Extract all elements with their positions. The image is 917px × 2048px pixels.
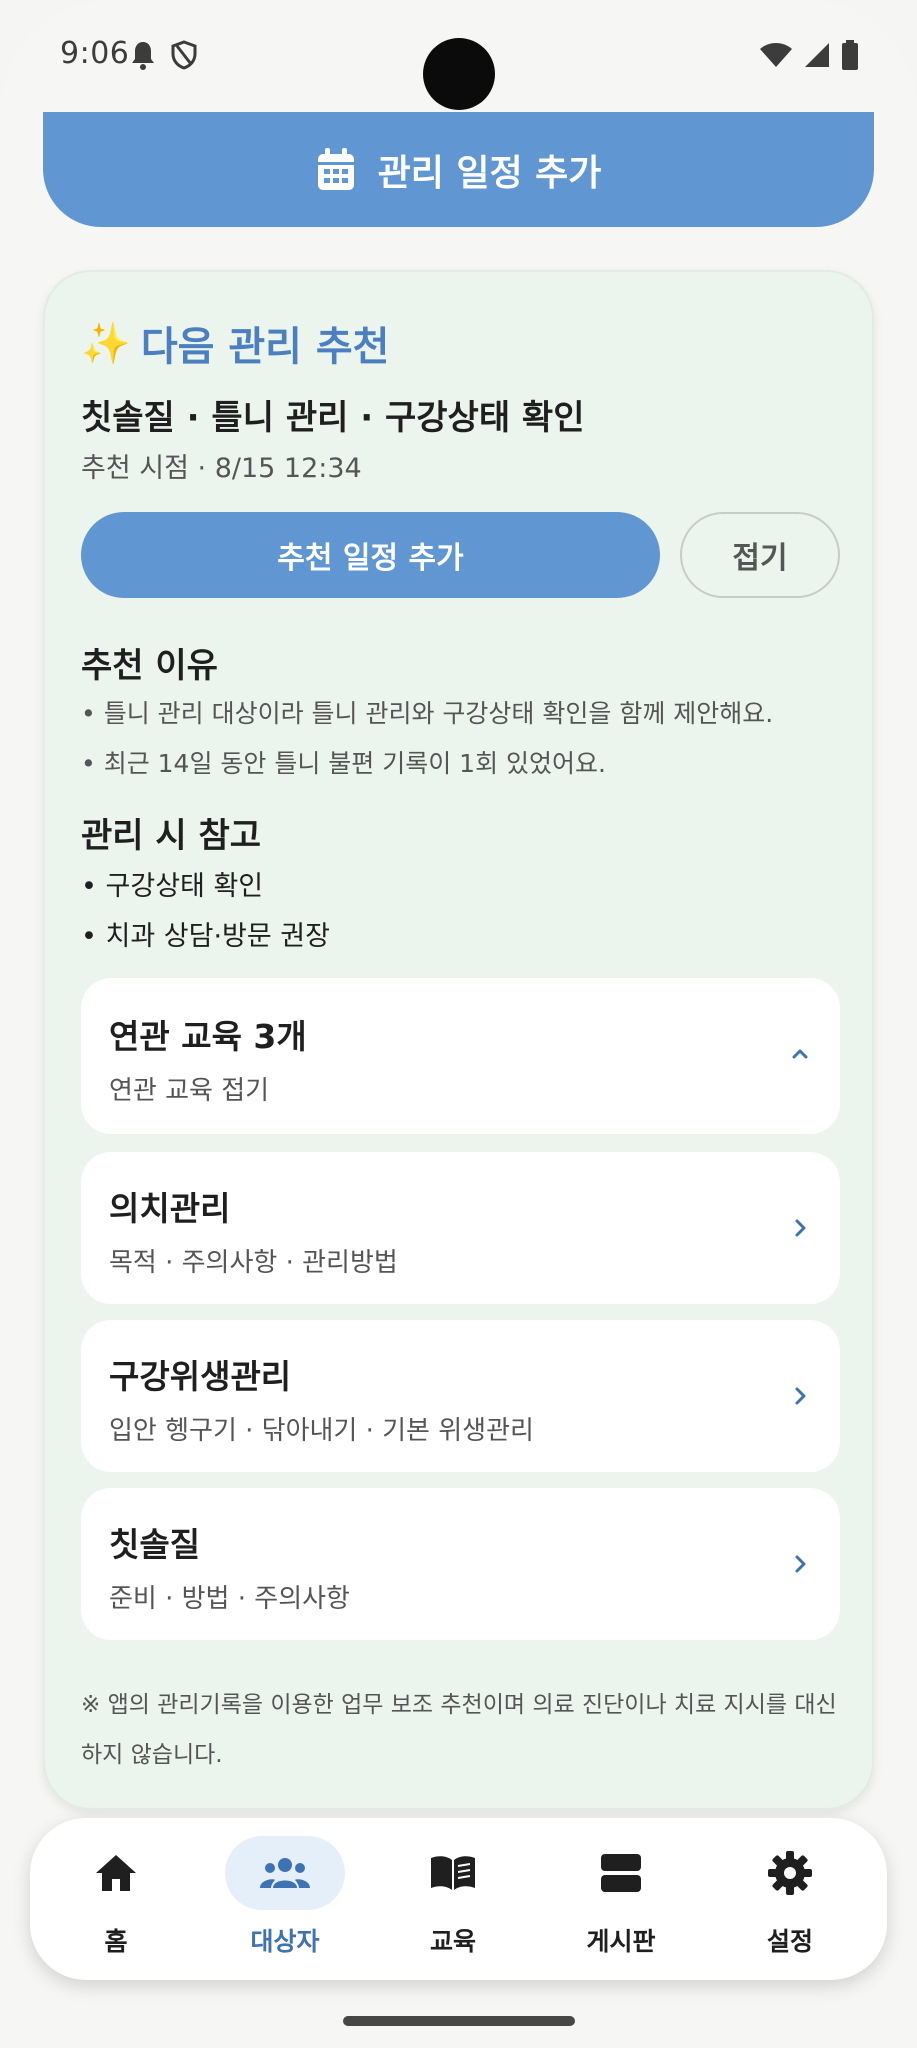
chevron-right-icon bbox=[795, 1555, 806, 1573]
disclaimer-text: ※ 앱의 관리기록을 이용한 업무 보조 추천이며 의료 진단이나 치료 지시를… bbox=[81, 1692, 837, 1768]
people-icon bbox=[260, 1858, 310, 1888]
add-recommended-schedule-button[interactable]: 추천 일정 추가 bbox=[81, 512, 660, 598]
nav-label: 교육 bbox=[429, 1927, 476, 1956]
reason-title: 추천 이유 bbox=[81, 646, 218, 686]
recommendation-heading: ✨ 다음 관리 추천 bbox=[81, 314, 389, 372]
bottom-navigation: 홈 대상자 교육 게시판 설정 bbox=[30, 1818, 887, 1980]
add-schedule-label: 관리 일정 추가 bbox=[377, 152, 602, 194]
nav-icon-wrap bbox=[56, 1836, 176, 1910]
bell-icon bbox=[132, 42, 154, 70]
nav-label: 게시판 bbox=[586, 1927, 656, 1956]
notes-title: 관리 시 참고 bbox=[81, 816, 262, 856]
related-education-toggle[interactable]: 연관 교육 3개 연관 교육 접기 bbox=[81, 978, 840, 1134]
related-education-title: 연관 교육 3개 bbox=[109, 1017, 307, 1056]
status-right-icons bbox=[759, 40, 859, 70]
education-item-title: 의치관리 bbox=[109, 1189, 231, 1228]
nav-icon-wrap bbox=[225, 1836, 345, 1910]
education-item-subtitle: 목적 · 주의사항 · 관리방법 bbox=[109, 1248, 398, 1278]
wifi-icon bbox=[760, 43, 792, 67]
education-item-toothbrushing[interactable]: 칫솔질 준비 · 방법 · 주의사항 bbox=[81, 1488, 840, 1640]
education-item-oral-hygiene[interactable]: 구강위생관리 입안 헹구기 · 닦아내기 · 기본 위생관리 bbox=[81, 1320, 840, 1472]
related-education-subtitle: 연관 교육 접기 bbox=[109, 1076, 270, 1106]
recommendation-heading-text: 다음 관리 추천 bbox=[140, 324, 390, 370]
nav-item-settings[interactable]: 설정 bbox=[715, 1818, 865, 1980]
recommendation-title: 칫솔질 · 틀니 관리 · 구강상태 확인 bbox=[81, 398, 585, 438]
education-item-denture[interactable]: 의치관리 목적 · 주의사항 · 관리방법 bbox=[81, 1152, 840, 1304]
nav-label: 설정 bbox=[766, 1927, 813, 1956]
education-item-title: 구강위생관리 bbox=[109, 1357, 292, 1396]
battery-icon bbox=[842, 40, 858, 70]
nav-item-home[interactable]: 홈 bbox=[41, 1818, 191, 1980]
nav-icon-wrap bbox=[730, 1836, 850, 1910]
recommendation-card: ✨ 다음 관리 추천 칫솔질 · 틀니 관리 · 구강상태 확인 추천 시점 ·… bbox=[43, 270, 874, 1810]
reason-item: • 최근 14일 동안 틀니 불편 기록이 1회 있었어요. bbox=[81, 749, 606, 778]
nav-label: 홈 bbox=[104, 1927, 128, 1956]
shield-icon bbox=[171, 40, 197, 70]
education-item-subtitle: 준비 · 방법 · 주의사항 bbox=[109, 1584, 350, 1614]
signal-icon bbox=[805, 43, 829, 67]
status-left-icons bbox=[130, 40, 198, 70]
recommendation-time: 추천 시점 · 8/15 12:34 bbox=[81, 453, 362, 484]
board-icon bbox=[601, 1854, 641, 1892]
nav-label: 대상자 bbox=[250, 1927, 320, 1956]
nav-icon-wrap bbox=[393, 1836, 513, 1910]
camera-cutout bbox=[423, 38, 495, 110]
education-item-title: 칫솔질 bbox=[109, 1525, 201, 1564]
note-item: • 치과 상담·방문 권장 bbox=[81, 921, 330, 952]
home-icon bbox=[96, 1855, 136, 1891]
book-icon bbox=[431, 1856, 475, 1890]
reason-item: • 틀니 관리 대상이라 틀니 관리와 구강상태 확인을 함께 제안해요. bbox=[81, 699, 774, 728]
note-item: • 구강상태 확인 bbox=[81, 871, 264, 902]
nav-item-board[interactable]: 게시판 bbox=[546, 1818, 696, 1980]
collapse-button[interactable]: 접기 bbox=[680, 512, 840, 598]
chevron-right-icon bbox=[795, 1219, 806, 1237]
gear-icon bbox=[768, 1851, 812, 1895]
home-indicator[interactable] bbox=[343, 2016, 575, 2026]
status-bar: 9:06 bbox=[0, 0, 917, 112]
sparkle-icon: ✨ bbox=[81, 320, 131, 367]
nav-icon-wrap bbox=[561, 1836, 681, 1910]
nav-item-recipients[interactable]: 대상자 bbox=[210, 1818, 360, 1980]
screen: 9:06 관리 일정 추가 ✨ 다음 관리 추천 칫솔질 · 틀니 관리 · 구… bbox=[0, 0, 917, 2048]
calendar-icon bbox=[317, 147, 354, 190]
chevron-up-icon bbox=[792, 1049, 808, 1059]
chevron-right-icon bbox=[795, 1387, 806, 1405]
status-time: 9:06 bbox=[60, 36, 130, 71]
education-item-subtitle: 입안 헹구기 · 닦아내기 · 기본 위생관리 bbox=[109, 1416, 534, 1446]
add-schedule-button[interactable]: 관리 일정 추가 bbox=[43, 112, 874, 227]
nav-item-education[interactable]: 교육 bbox=[378, 1818, 528, 1980]
